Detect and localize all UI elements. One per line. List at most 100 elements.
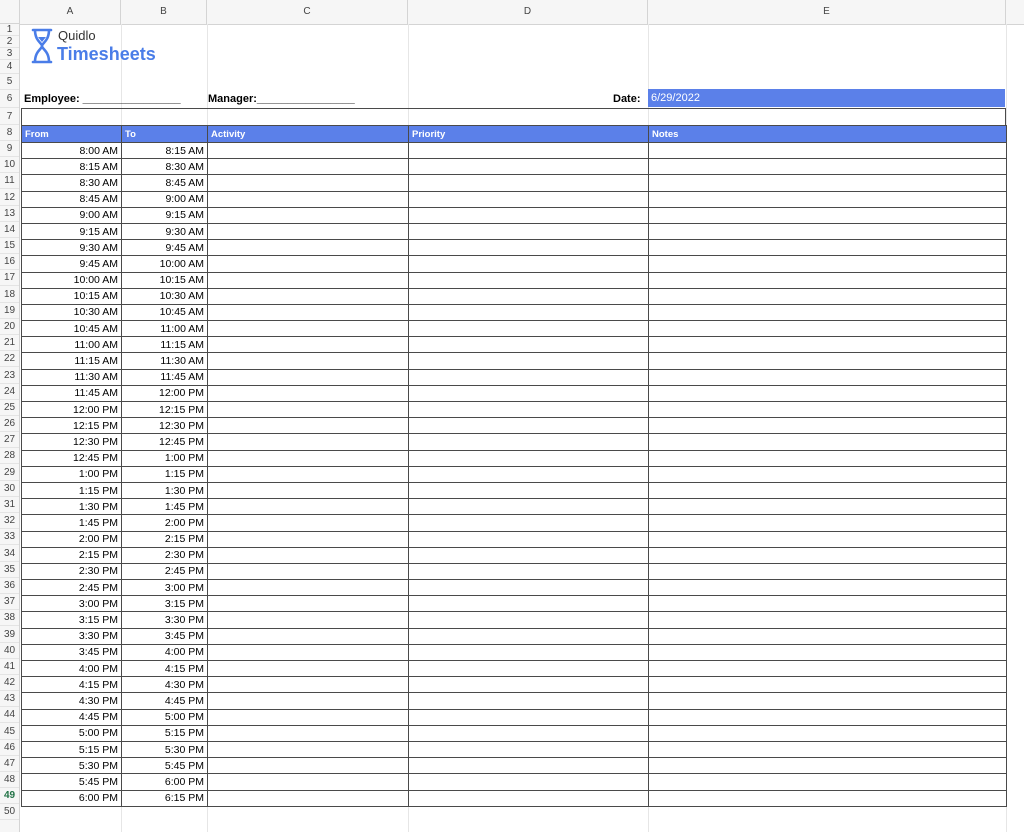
to-cell[interactable]: 12:00 PM — [121, 384, 208, 403]
activity-cell[interactable] — [207, 255, 409, 273]
column-header-a[interactable]: A — [20, 0, 121, 24]
notes-cell[interactable] — [648, 303, 1007, 322]
row-header-19[interactable]: 19 — [0, 303, 19, 319]
to-cell[interactable]: 10:15 AM — [121, 271, 208, 289]
row-header-6[interactable]: 6 — [0, 90, 19, 108]
select-all-corner[interactable] — [0, 0, 20, 24]
to-cell[interactable]: 3:45 PM — [121, 627, 208, 645]
to-cell[interactable]: 8:15 AM — [121, 141, 208, 160]
row-header-23[interactable]: 23 — [0, 367, 19, 384]
priority-cell[interactable] — [408, 222, 649, 241]
priority-cell[interactable] — [408, 271, 649, 289]
header-from[interactable]: From — [21, 125, 122, 143]
priority-cell[interactable] — [408, 352, 649, 370]
from-cell[interactable]: 5:15 PM — [21, 740, 122, 759]
notes-cell[interactable] — [648, 579, 1007, 597]
from-cell[interactable]: 3:45 PM — [21, 643, 122, 662]
to-cell[interactable]: 8:45 AM — [121, 174, 208, 192]
priority-cell[interactable] — [408, 740, 649, 759]
date-cell[interactable]: 6/29/2022 — [648, 89, 1005, 107]
priority-cell[interactable] — [408, 643, 649, 662]
notes-cell[interactable] — [648, 643, 1007, 662]
row-header-44[interactable]: 44 — [0, 707, 19, 723]
priority-cell[interactable] — [408, 692, 649, 710]
to-cell[interactable]: 2:30 PM — [121, 546, 208, 564]
activity-cell[interactable] — [207, 336, 409, 354]
priority-cell[interactable] — [408, 320, 649, 338]
activity-cell[interactable] — [207, 724, 409, 742]
priority-cell[interactable] — [408, 433, 649, 451]
priority-cell[interactable] — [408, 579, 649, 597]
from-cell[interactable]: 10:30 AM — [21, 303, 122, 322]
priority-cell[interactable] — [408, 611, 649, 629]
notes-cell[interactable] — [648, 676, 1007, 694]
row-header-42[interactable]: 42 — [0, 675, 19, 691]
row-header-15[interactable]: 15 — [0, 238, 19, 254]
activity-cell[interactable] — [207, 595, 409, 613]
row-header-27[interactable]: 27 — [0, 432, 19, 448]
notes-cell[interactable] — [648, 498, 1007, 516]
to-cell[interactable]: 11:30 AM — [121, 352, 208, 370]
from-cell[interactable]: 9:30 AM — [21, 239, 122, 257]
priority-cell[interactable] — [408, 449, 649, 467]
from-cell[interactable]: 12:00 PM — [21, 400, 122, 419]
to-cell[interactable]: 5:45 PM — [121, 757, 208, 775]
priority-cell[interactable] — [408, 465, 649, 483]
to-cell[interactable]: 11:00 AM — [121, 320, 208, 338]
notes-cell[interactable] — [648, 384, 1007, 403]
to-cell[interactable]: 12:15 PM — [121, 400, 208, 419]
activity-cell[interactable] — [207, 643, 409, 662]
from-cell[interactable]: 3:30 PM — [21, 627, 122, 645]
notes-cell[interactable] — [648, 206, 1007, 224]
row-header-41[interactable]: 41 — [0, 659, 19, 675]
to-cell[interactable]: 9:00 AM — [121, 190, 208, 208]
from-cell[interactable]: 1:45 PM — [21, 514, 122, 532]
to-cell[interactable]: 4:15 PM — [121, 659, 208, 678]
notes-cell[interactable] — [648, 320, 1007, 338]
priority-cell[interactable] — [408, 789, 649, 807]
notes-cell[interactable] — [648, 724, 1007, 742]
from-cell[interactable]: 4:00 PM — [21, 659, 122, 678]
row-header-14[interactable]: 14 — [0, 222, 19, 238]
to-cell[interactable]: 2:45 PM — [121, 562, 208, 581]
activity-cell[interactable] — [207, 789, 409, 807]
from-cell[interactable]: 10:15 AM — [21, 287, 122, 305]
row-header-40[interactable]: 40 — [0, 643, 19, 659]
priority-cell[interactable] — [408, 530, 649, 548]
row-header-3[interactable]: 3 — [0, 48, 19, 60]
row-header-37[interactable]: 37 — [0, 594, 19, 610]
notes-cell[interactable] — [648, 546, 1007, 564]
to-cell[interactable]: 3:30 PM — [121, 611, 208, 629]
priority-cell[interactable] — [408, 384, 649, 403]
from-cell[interactable]: 3:00 PM — [21, 595, 122, 613]
to-cell[interactable]: 10:00 AM — [121, 255, 208, 273]
row-header-4[interactable]: 4 — [0, 60, 19, 74]
to-cell[interactable]: 4:30 PM — [121, 676, 208, 694]
to-cell[interactable]: 9:15 AM — [121, 206, 208, 224]
row-header-24[interactable]: 24 — [0, 384, 19, 400]
from-cell[interactable]: 8:15 AM — [21, 158, 122, 176]
from-cell[interactable]: 10:45 AM — [21, 320, 122, 338]
notes-cell[interactable] — [648, 400, 1007, 419]
row-header-8[interactable]: 8 — [0, 125, 19, 141]
from-cell[interactable]: 11:45 AM — [21, 384, 122, 403]
to-cell[interactable]: 3:00 PM — [121, 579, 208, 597]
activity-cell[interactable] — [207, 692, 409, 710]
column-header-b[interactable]: B — [121, 0, 207, 24]
activity-cell[interactable] — [207, 449, 409, 467]
row-header-47[interactable]: 47 — [0, 756, 19, 772]
row-header-5[interactable]: 5 — [0, 74, 19, 90]
from-cell[interactable]: 11:00 AM — [21, 336, 122, 354]
to-cell[interactable]: 12:30 PM — [121, 417, 208, 435]
activity-cell[interactable] — [207, 400, 409, 419]
row-header-21[interactable]: 21 — [0, 335, 19, 351]
to-cell[interactable]: 5:00 PM — [121, 708, 208, 726]
priority-cell[interactable] — [408, 708, 649, 726]
notes-cell[interactable] — [648, 174, 1007, 192]
row-header-2[interactable]: 2 — [0, 36, 19, 48]
from-cell[interactable]: 8:30 AM — [21, 174, 122, 192]
priority-cell[interactable] — [408, 400, 649, 419]
priority-cell[interactable] — [408, 562, 649, 581]
priority-cell[interactable] — [408, 546, 649, 564]
from-cell[interactable]: 1:00 PM — [21, 465, 122, 483]
